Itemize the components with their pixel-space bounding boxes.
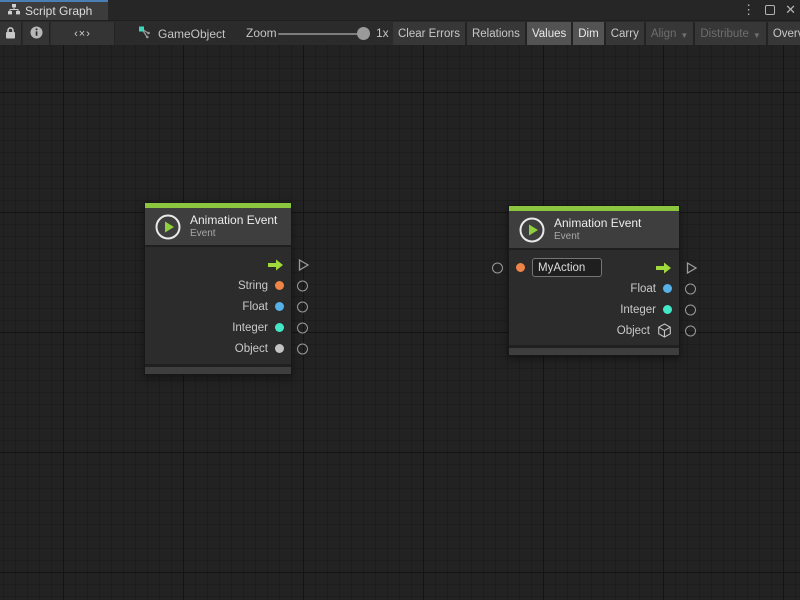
- tab-title: Script Graph: [25, 4, 92, 18]
- node-footer: [509, 345, 679, 355]
- distribute-dropdown[interactable]: Distribute▼: [695, 22, 766, 46]
- tab-script-graph[interactable]: Script Graph: [0, 0, 108, 20]
- integer-output-port[interactable]: [297, 322, 308, 333]
- event-play-icon: [155, 214, 181, 240]
- object-output-port[interactable]: [297, 343, 308, 354]
- flow-arrow-icon: [267, 259, 284, 271]
- flow-output-port[interactable]: [297, 258, 310, 271]
- string-output-port[interactable]: [297, 280, 308, 291]
- titlebar: Script Graph ⋮ ✕: [0, 0, 800, 20]
- zoom-label: Zoom: [246, 21, 277, 46]
- toolbar: ‹×› GameObject Zoom 1x Clear Errors Rela…: [0, 20, 800, 45]
- name-input-row: [509, 257, 679, 278]
- flow-output-port[interactable]: [685, 261, 698, 274]
- node-header[interactable]: Animation Event Event: [509, 211, 679, 250]
- node-animation-event-2[interactable]: Animation Event Event Float: [508, 205, 680, 356]
- cube-icon: [657, 323, 672, 338]
- window-menu-icon[interactable]: ⋮: [742, 0, 755, 20]
- graph-hierarchy-icon: [8, 4, 20, 18]
- relations-button[interactable]: Relations: [467, 22, 525, 46]
- float-output-port[interactable]: [297, 301, 308, 312]
- string-type-dot: [516, 263, 525, 272]
- integer-output-port[interactable]: [685, 304, 696, 315]
- dim-button[interactable]: Dim: [573, 22, 603, 46]
- zoom-slider-handle[interactable]: [357, 27, 370, 40]
- chevron-down-icon: ▼: [753, 31, 761, 40]
- carry-button[interactable]: Carry: [606, 22, 644, 46]
- port-row-object: Object: [509, 320, 679, 341]
- integer-type-dot: [275, 323, 284, 332]
- port-row-string: String: [145, 275, 291, 296]
- float-output-port[interactable]: [685, 283, 696, 294]
- port-row-integer: Integer: [509, 299, 679, 320]
- align-dropdown[interactable]: Align▼: [646, 22, 694, 46]
- object-type-dot: [275, 344, 284, 353]
- code-view-button[interactable]: ‹×›: [51, 22, 115, 46]
- integer-type-dot: [663, 305, 672, 314]
- node-subtitle: Event: [190, 228, 277, 240]
- flow-arrow-icon: [655, 262, 672, 274]
- toolbar-right-group: Clear Errors Relations Values Dim Carry …: [393, 22, 800, 46]
- event-play-icon: [519, 217, 545, 243]
- port-row-float: Float: [145, 296, 291, 317]
- event-name-field[interactable]: [532, 258, 602, 277]
- window-maximize-icon[interactable]: [765, 5, 775, 15]
- graph-canvas[interactable]: Animation Event Event String Float: [0, 45, 800, 600]
- name-input-port[interactable]: [492, 262, 503, 273]
- lock-button[interactable]: [0, 22, 22, 46]
- lock-icon: [5, 27, 16, 42]
- node-title: Animation Event: [190, 213, 277, 227]
- string-type-dot: [275, 281, 284, 290]
- graph-target-label: GameObject: [158, 27, 225, 41]
- float-type-dot: [663, 284, 672, 293]
- object-output-port[interactable]: [685, 325, 696, 336]
- node-title: Animation Event: [554, 216, 641, 230]
- port-row-object: Object: [145, 338, 291, 359]
- window-close-icon[interactable]: ✕: [785, 0, 796, 20]
- script-graph-asset-icon: [138, 26, 152, 42]
- graph-target[interactable]: GameObject: [138, 22, 225, 46]
- code-view-icon: ‹×›: [74, 28, 91, 40]
- chevron-down-icon: ▼: [680, 31, 688, 40]
- info-icon: [30, 26, 43, 42]
- node-footer: [145, 364, 291, 374]
- flow-output-row: [145, 254, 291, 275]
- clear-errors-button[interactable]: Clear Errors: [393, 22, 465, 46]
- values-button[interactable]: Values: [527, 22, 571, 46]
- overview-button[interactable]: Overview: [768, 22, 800, 46]
- node-header[interactable]: Animation Event Event: [145, 208, 291, 247]
- float-type-dot: [275, 302, 284, 311]
- info-button[interactable]: [23, 22, 50, 46]
- zoom-value: 1x: [376, 21, 389, 46]
- node-animation-event-1[interactable]: Animation Event Event String Float: [144, 202, 292, 375]
- node-subtitle: Event: [554, 231, 641, 243]
- port-row-float: Float: [509, 278, 679, 299]
- port-row-integer: Integer: [145, 317, 291, 338]
